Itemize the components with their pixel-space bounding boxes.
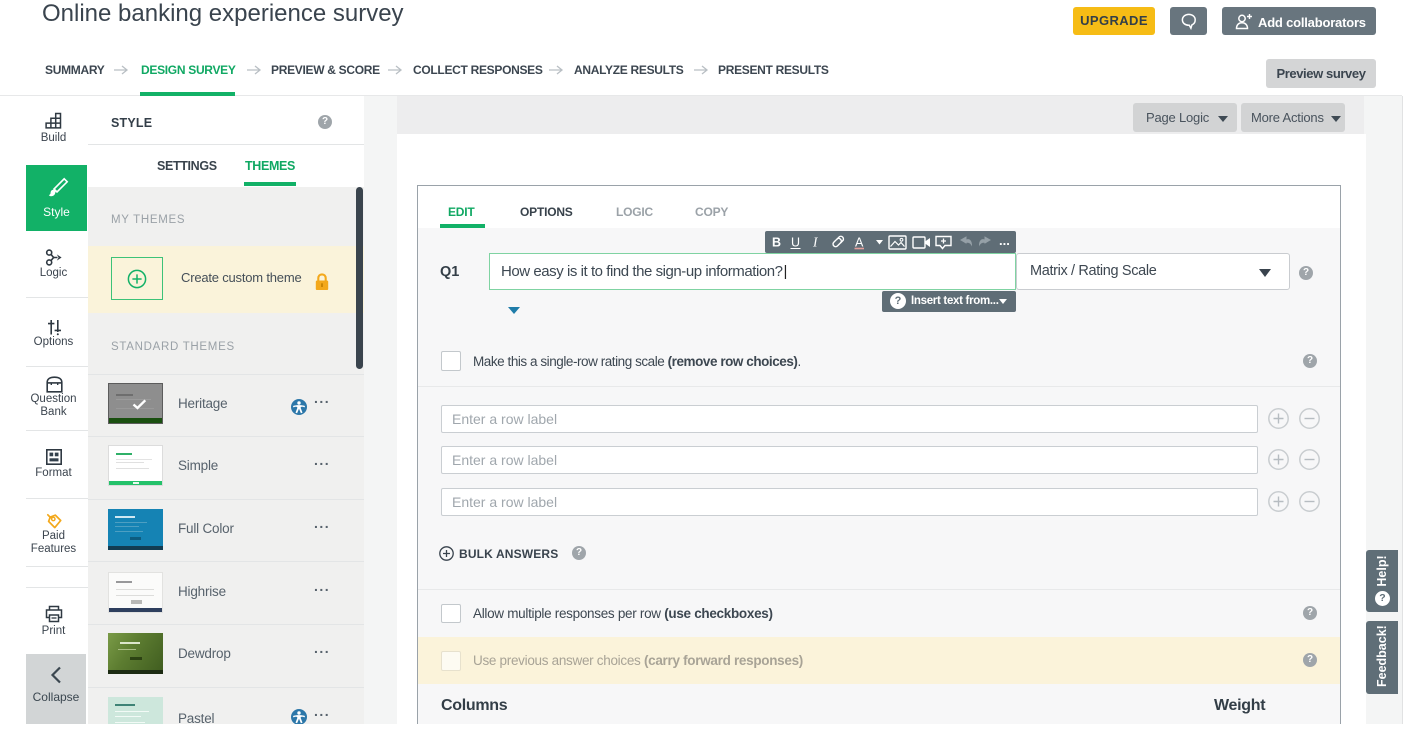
svg-text:A: A (855, 236, 864, 250)
svg-text:B: B (772, 236, 781, 250)
svg-text:...: ... (999, 233, 1010, 248)
svg-text:U: U (791, 236, 800, 250)
svg-text:I: I (812, 235, 819, 250)
